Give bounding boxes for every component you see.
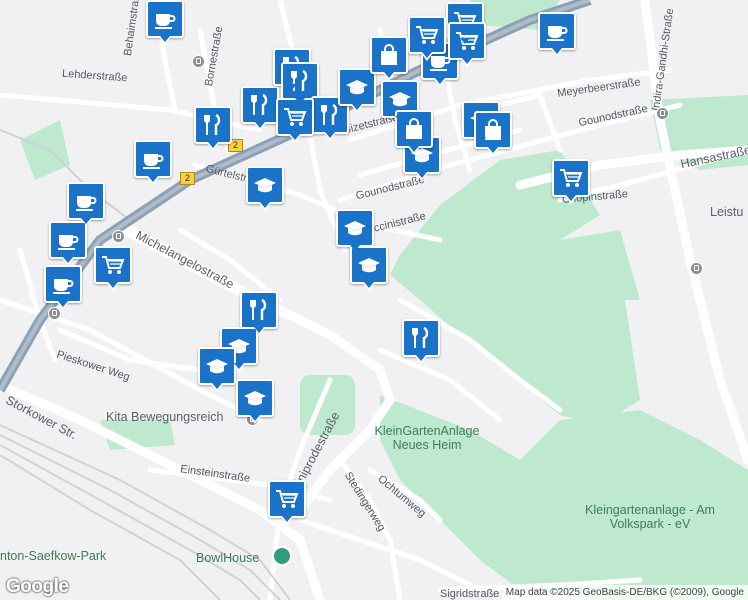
place-label-kita: Kita Bewegungsreich (106, 410, 224, 424)
coffee-cup-icon (546, 25, 568, 42)
graduation-cap-icon (344, 221, 366, 236)
school-marker[interactable] (236, 379, 274, 424)
restaurant-marker[interactable] (281, 62, 319, 107)
route-shield-2: 2 (180, 172, 195, 185)
map-attribution[interactable]: Map data ©2025 GeoBasis-DE/BKG (©2009), … (501, 585, 748, 600)
graduation-cap-icon (244, 391, 266, 406)
grocery-marker[interactable] (268, 480, 306, 525)
fork-knife-icon (250, 93, 268, 117)
coffee-cup-icon (57, 234, 79, 251)
restaurant-marker[interactable] (240, 291, 278, 336)
coffee-cup-icon (75, 195, 97, 212)
cafe-marker[interactable] (134, 140, 172, 185)
cafe-marker[interactable] (49, 221, 87, 266)
shopping-cart-icon (275, 490, 298, 509)
shopping-marker[interactable] (474, 111, 512, 156)
graduation-cap-icon (358, 258, 380, 273)
grocery-marker[interactable] (408, 16, 446, 61)
school-marker[interactable] (246, 166, 284, 211)
restaurant-marker[interactable] (194, 106, 232, 151)
shopping-bag-icon (380, 44, 398, 66)
place-label-kleingarten-volkspark: Kleingartenanlage - Am Volkspark - eV (585, 503, 715, 531)
shopping-cart-icon (283, 108, 306, 127)
shopping-bag-icon (405, 118, 423, 140)
graduation-cap-icon (254, 178, 276, 193)
cafe-marker[interactable] (67, 182, 105, 227)
fork-knife-icon (249, 298, 267, 322)
coffee-cup-icon (52, 278, 74, 295)
school-marker[interactable] (350, 246, 388, 291)
transit-stop-icon[interactable] (192, 55, 205, 68)
graduation-cap-icon (206, 359, 228, 374)
restaurant-marker[interactable] (241, 86, 279, 131)
google-logo[interactable]: Google (6, 576, 69, 598)
fork-knife-icon (203, 113, 221, 137)
coffee-cup-icon (154, 13, 176, 30)
school-marker[interactable] (198, 347, 236, 392)
graduation-cap-icon (389, 92, 411, 107)
street-label-sigridstrasse: Sigridstraße (440, 588, 500, 600)
school-marker[interactable] (338, 68, 376, 113)
school-marker[interactable] (336, 209, 374, 254)
cafe-marker[interactable] (146, 0, 184, 45)
grocery-marker[interactable] (94, 246, 132, 291)
transit-stop-icon[interactable] (112, 230, 125, 243)
street-label-leistu: Leistu (710, 205, 744, 219)
fork-knife-icon (411, 326, 429, 350)
shopping-marker[interactable] (370, 36, 408, 81)
shopping-cart-icon (559, 169, 582, 188)
coffee-cup-icon (142, 153, 164, 170)
shopping-cart-icon (415, 26, 438, 45)
place-label-kleingarten-neues-heim: KleinGartenAnlage Neues Heim (374, 424, 480, 452)
transit-stop-icon[interactable] (690, 262, 703, 275)
bowling-poi-icon[interactable] (272, 546, 292, 566)
fork-knife-icon (320, 103, 338, 127)
restaurant-marker[interactable] (402, 319, 440, 364)
shopping-cart-icon (101, 256, 124, 275)
grocery-marker[interactable] (552, 159, 590, 204)
place-label-saefkow-park: nton-Saefkow-Park (0, 549, 107, 563)
place-label-bowlhouse: BowlHouse (196, 551, 260, 565)
cafe-marker[interactable] (44, 265, 82, 310)
cafe-marker[interactable] (538, 12, 576, 57)
transit-stop-icon[interactable] (656, 107, 669, 120)
graduation-cap-icon (346, 80, 368, 95)
